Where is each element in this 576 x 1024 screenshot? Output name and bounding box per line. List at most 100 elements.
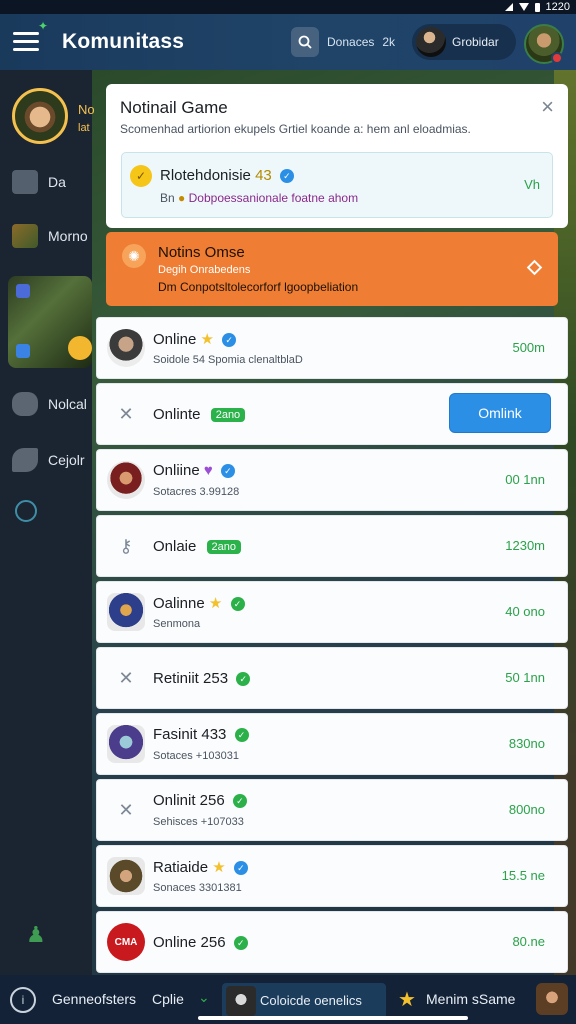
list-item-name: Onliine xyxy=(153,462,200,479)
list-item-name: Fasinit 433 xyxy=(153,726,227,743)
avatar[interactable] xyxy=(536,983,568,1015)
list-item[interactable]: ✕ Onlinte 2ano Omlink xyxy=(96,383,568,445)
diamond-icon[interactable] xyxy=(526,259,543,276)
avatar xyxy=(107,725,145,763)
list-item-sub: Sonaces 3301381 xyxy=(153,882,242,894)
sidebar-item-nolcal[interactable]: Nolcal xyxy=(12,392,87,416)
list-item[interactable]: Oalinne ★ ✓ Senmona 40 ono xyxy=(96,581,568,643)
user-chip[interactable]: Grobidar xyxy=(412,24,516,60)
list-item-meta: 500m xyxy=(512,340,545,355)
list-item[interactable]: ✕ Retiniit 253 ✓ 50 1nn xyxy=(96,647,568,709)
list-item-meta: 830no xyxy=(508,736,545,751)
notification-card: Notinail Game Scomenhad artiorion ekupel… xyxy=(106,84,568,228)
signal-icon xyxy=(504,3,513,11)
list-item-name: Onlaie xyxy=(153,538,197,555)
sidebar-item-label: Morno xyxy=(48,228,88,244)
list-item-title: Oalinne ★ ✓ xyxy=(153,594,245,612)
avatar xyxy=(107,593,145,631)
bottom-pill[interactable]: Coloicde oenelics xyxy=(222,983,386,1019)
link-icon: ✕ xyxy=(118,667,134,688)
list-item-name: Onlinte xyxy=(153,406,201,423)
verified-icon: ✓ xyxy=(220,464,235,479)
star-icon: ★ xyxy=(212,859,226,876)
sidebar-avatar-sublabel: lat xyxy=(78,122,90,134)
list-item[interactable]: Onliine ♥ ✓ Sotacres 3.99128 00 1nn xyxy=(96,449,568,511)
list-item-sub: Soidole 54 Spomia clenaltblaD xyxy=(153,354,303,366)
search-label: Donaces xyxy=(327,35,375,49)
list-item[interactable]: ⚷ Onlaie 2ano 1230m xyxy=(96,515,568,577)
bottom-left-label[interactable]: Genneofsters xyxy=(52,991,136,1007)
list-item-title: Onliine ♥ ✓ xyxy=(153,462,235,479)
star-icon: ★ xyxy=(208,595,223,612)
check-icon: ✓ xyxy=(130,165,152,187)
link-icon: ✕ xyxy=(118,799,134,820)
notification-subtitle: Scomenhad artiorion ekupels Grtiel koand… xyxy=(120,122,471,136)
status-badge: 2ano xyxy=(210,408,246,423)
avatar xyxy=(416,27,446,57)
search-count: 2k xyxy=(382,35,396,49)
avatar xyxy=(226,986,256,1016)
settings-icon[interactable] xyxy=(15,500,37,522)
list-item[interactable]: Online ★ ✓ Soidole 54 Spomia clenaltblaD… xyxy=(96,317,568,379)
list-item-name: Online xyxy=(153,331,197,348)
notification-item-title: Rlotehdonisie 43 ✓ xyxy=(160,167,294,184)
bottom-star-label[interactable]: Menim sSame xyxy=(426,991,515,1007)
list-item-title: Onlaie 2ano xyxy=(153,538,242,555)
list-item-title: Online ★ ✓ xyxy=(153,330,237,348)
wifi-icon xyxy=(518,3,529,11)
verified-icon: ✓ xyxy=(222,333,237,348)
chevron-down-icon[interactable]: ⌄ xyxy=(198,989,210,1006)
list-item-name: Retiniit 253 xyxy=(153,670,229,687)
sidebar-avatar[interactable] xyxy=(12,88,68,144)
notification-item[interactable]: ✓ Rlotehdonisie 43 ✓ Bn ● Dobpoessaniona… xyxy=(121,152,553,218)
home-indicator[interactable] xyxy=(198,1016,468,1020)
sidebar-game-card[interactable] xyxy=(8,276,92,368)
list-item-title: Ratiaide ★ ✓ xyxy=(153,858,248,876)
sidebar-item-cejolr[interactable]: Cejolr xyxy=(12,448,85,472)
list-item-title: Onlinte 2ano xyxy=(153,406,246,423)
list-item-name: Onlinit 256 xyxy=(153,792,225,809)
info-icon[interactable]: i xyxy=(10,987,36,1013)
online-button[interactable]: Omlink xyxy=(449,393,551,433)
notification-item-desc: Dobpoessanionale foatne ahom xyxy=(188,191,359,205)
sidebar-item-morno[interactable]: Morno xyxy=(12,224,88,248)
status-time: 1220 xyxy=(545,1,570,13)
list-item-meta: 800no xyxy=(508,802,545,817)
badge-icon xyxy=(16,344,30,358)
notification-item-badge: 43 xyxy=(255,167,272,184)
figure-icon[interactable]: ♟ xyxy=(26,922,46,948)
list-item-sub: Sotacres 3.99128 xyxy=(153,486,240,498)
notification-item-desc-prefix: Bn xyxy=(160,191,175,205)
battery-icon xyxy=(534,2,540,12)
sun-icon: ✺ xyxy=(122,244,146,268)
notification-item-right: Vh xyxy=(524,177,540,192)
sidebar-item-label: Da xyxy=(48,174,66,190)
star-icon[interactable]: ★ xyxy=(398,987,416,1012)
app-title: Komunitass xyxy=(62,30,185,53)
list-item[interactable]: Fasinit 433 ✓ Sotaces +103031 830no xyxy=(96,713,568,775)
sparkle-icon: ✦ xyxy=(38,19,49,33)
bottom-option[interactable]: Cplie xyxy=(152,991,184,1007)
list-item[interactable]: ✕ Onlinit 256 ✓ Sehisces +107033 800no xyxy=(96,779,568,841)
list-item[interactable]: Ratiaide ★ ✓ Sonaces 3301381 15.5 ne xyxy=(96,845,568,907)
sidebar-item-da[interactable]: Da xyxy=(12,170,66,194)
alert-subtitle: Degih Onrabedens xyxy=(158,264,251,276)
emoji-icon: ● xyxy=(178,191,186,205)
close-icon[interactable]: × xyxy=(541,96,554,118)
shop-icon xyxy=(12,170,38,194)
alert-detail-prefix: Dm xyxy=(158,280,177,294)
link-icon: ✕ xyxy=(118,403,134,424)
list-item-sub: Sehisces +107033 xyxy=(153,816,244,828)
list-item-meta: 80.ne xyxy=(512,934,545,949)
check-icon: ✓ xyxy=(236,672,251,687)
list-item-sub: Sotaces +103031 xyxy=(153,750,239,762)
alert-card[interactable]: ✺ Notins Omse Degih Onrabedens Dm Conpot… xyxy=(106,232,558,306)
search-icon xyxy=(291,27,319,57)
list-item[interactable]: CMA Online 256 ✓ 80.ne xyxy=(96,911,568,973)
menu-icon[interactable] xyxy=(13,32,39,52)
list-item-name: Online 256 xyxy=(153,934,226,951)
key-icon: ⚷ xyxy=(119,535,133,556)
controller-icon xyxy=(12,392,38,416)
search-button[interactable]: Donaces 2k xyxy=(286,26,398,58)
list-item-title: Onlinit 256 ✓ xyxy=(153,792,247,809)
